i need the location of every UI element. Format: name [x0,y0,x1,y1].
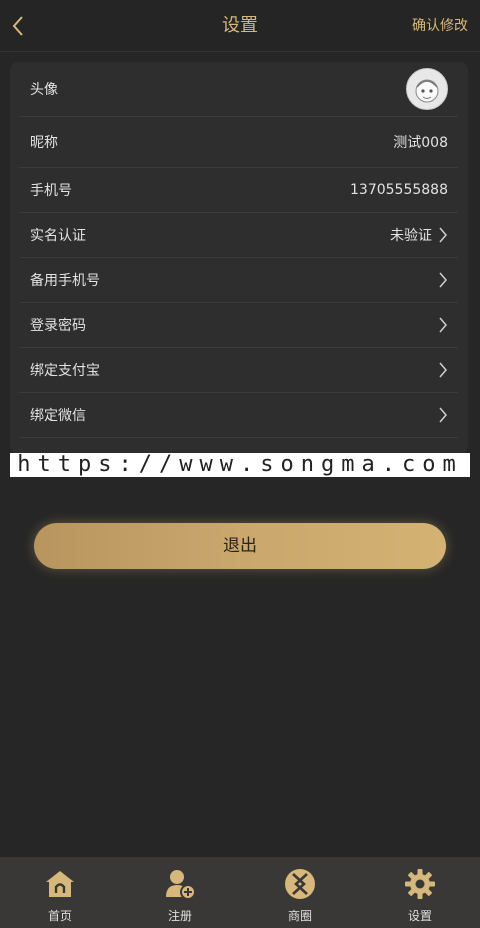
chevron-right-icon [439,272,447,288]
alipay-label: 绑定支付宝 [30,363,100,379]
tab-home-label: 首页 [47,909,72,923]
tab-register[interactable]: 注册 [120,857,240,928]
chevron-right-icon [439,227,447,243]
tab-mall-label: 商圈 [287,909,312,923]
password-label: 登录密码 [30,318,86,334]
realname-right: 未验证 [390,225,448,245]
nickname-value: 测试008 [393,135,448,151]
settings-row-backup-phone[interactable]: 备用手机号 [20,258,458,303]
wechat-label: 绑定微信 [30,408,86,424]
settings-card: 头像 昵称 测试008 手机号 13705555888 实名认证 未验证 备用手 [10,62,468,454]
settings-row-avatar[interactable]: 头像 [20,62,458,117]
settings-row-phone[interactable]: 手机号 13705555888 [20,168,458,213]
avatar-image-icon [415,79,439,103]
realname-label: 实名认证 [30,228,86,244]
chevron-right-icon [439,407,447,423]
settings-row-nickname[interactable]: 昵称 测试008 [20,117,458,168]
avatar-label: 头像 [30,82,58,98]
avatar[interactable] [406,68,448,110]
aperture-icon [283,867,317,901]
phone-value: 13705555888 [350,182,448,198]
tab-settings[interactable]: 设置 [360,857,480,928]
chevron-right-icon [439,317,447,333]
add-user-icon [163,867,197,901]
confirm-button[interactable]: 确认修改 [412,0,468,52]
settings-row-realname[interactable]: 实名认证 未验证 [20,213,458,258]
backup-phone-label: 备用手机号 [30,273,100,289]
tab-settings-label: 设置 [407,909,432,923]
settings-row-alipay[interactable]: 绑定支付宝 [20,348,458,393]
bottom-tab-bar: 首页 注册 商圈 设置 [0,857,480,928]
realname-status: 未验证 [390,228,432,244]
chevron-right-icon [439,362,447,378]
watermark-banner: https://www.songma.com [10,453,470,477]
gear-icon [403,867,437,901]
tab-mall[interactable]: 商圈 [240,857,360,928]
nickname-label: 昵称 [30,135,58,151]
page-title: 设置 [222,15,258,36]
logout-button[interactable]: 退出 [34,523,446,569]
settings-row-wechat[interactable]: 绑定微信 [20,393,458,438]
top-bar: 设置 确认修改 [0,0,480,52]
phone-label: 手机号 [30,183,72,199]
home-icon [43,867,77,901]
settings-row-password[interactable]: 登录密码 [20,303,458,348]
tab-home[interactable]: 首页 [0,857,120,928]
tab-register-label: 注册 [167,909,192,923]
